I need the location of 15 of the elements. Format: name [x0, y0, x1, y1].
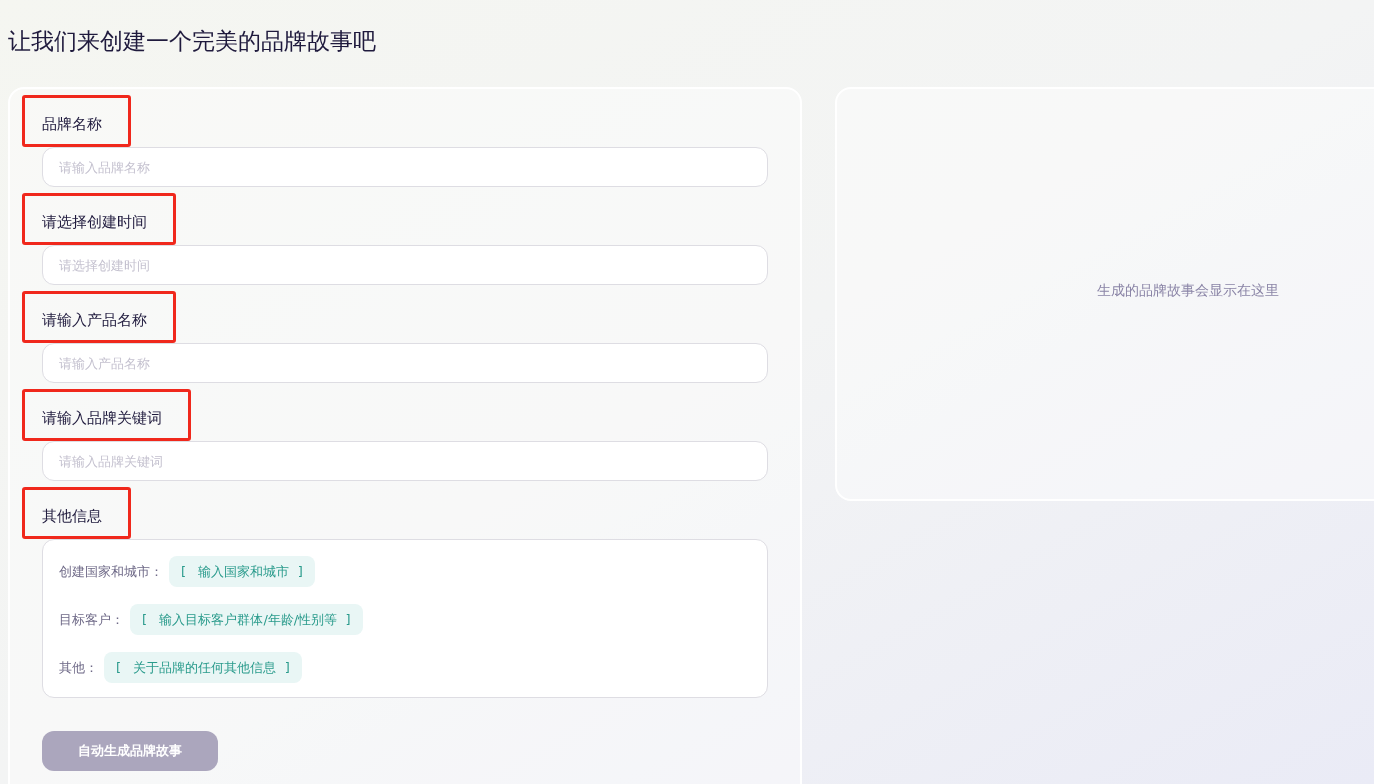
prompt-chip[interactable]: [ 关于品牌的任何其他信息 ]	[104, 652, 302, 683]
prompt-chip[interactable]: [ 输入目标客户群体/年龄/性别等 ]	[130, 604, 363, 635]
story-output-field[interactable]: 生成的品牌故事会显示在这里	[835, 87, 1374, 501]
page-title: 让我们来创建一个完美的品牌故事吧	[7, 27, 377, 56]
info-label: 目标客户：	[59, 610, 124, 629]
output-placeholder: 生成的品牌故事会显示在这里	[1097, 280, 1279, 300]
field-label: 请输入产品名称	[42, 309, 147, 331]
field-label: 请输入品牌关键词	[42, 407, 162, 429]
info-label: 其他：	[59, 658, 98, 677]
info-label: 创建国家和城市：	[59, 562, 163, 581]
text-field[interactable]: 请选择创建时间	[42, 245, 768, 285]
field-label: 请选择创建时间	[42, 211, 147, 233]
field-label: 品牌名称	[42, 113, 102, 135]
prompt-chip[interactable]: [ 输入国家和城市 ]	[169, 556, 315, 587]
field-label: 其他信息	[42, 505, 102, 527]
